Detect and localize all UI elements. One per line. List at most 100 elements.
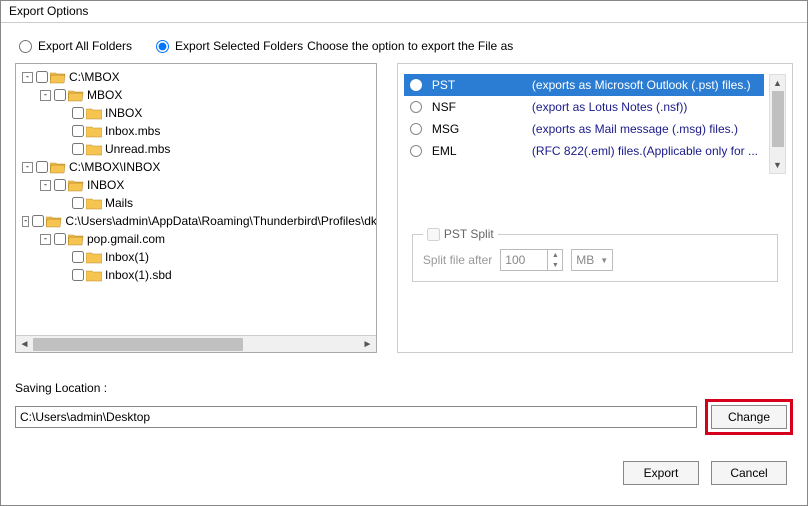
export-selected-option[interactable]: Export Selected Folders (156, 39, 303, 53)
tree-item[interactable]: - MBOX (18, 86, 374, 104)
tree-checkbox[interactable] (72, 125, 84, 137)
folder-icon (86, 197, 102, 210)
tree-item-label: Unread.mbs (105, 140, 170, 158)
format-description: (exports as Microsoft Outlook (.pst) fil… (532, 78, 758, 92)
folder-icon (68, 233, 84, 246)
format-radio[interactable] (410, 79, 422, 91)
expand-toggle[interactable]: - (22, 162, 33, 173)
format-list: PST (exports as Microsoft Outlook (.pst) … (404, 74, 764, 174)
export-selected-radio[interactable] (156, 40, 169, 53)
pst-split-legend: PST Split (444, 227, 494, 241)
tree-checkbox[interactable] (72, 107, 84, 119)
expand-spacer (58, 108, 69, 119)
tree-item-label: C:\MBOX\INBOX (69, 158, 160, 176)
pst-split-checkbox[interactable] (427, 228, 440, 241)
format-name: NSF (432, 100, 522, 114)
tree-checkbox[interactable] (54, 179, 66, 191)
format-option-msg[interactable]: MSG(exports as Mail message (.msg) files… (404, 118, 764, 140)
folder-tree[interactable]: -C:\MBOX-MBOXINBOXInbox.mbsUnread.mbs-C:… (16, 64, 376, 332)
format-vertical-scrollbar[interactable]: ▲ ▼ (769, 74, 786, 174)
format-radio[interactable] (410, 145, 422, 157)
tree-checkbox[interactable] (36, 161, 48, 173)
format-panel: PST (exports as Microsoft Outlook (.pst) … (397, 63, 793, 353)
expand-toggle[interactable]: - (40, 180, 51, 191)
tree-item[interactable]: -C:\MBOX (18, 68, 374, 86)
scroll-right-icon[interactable]: ► (359, 336, 376, 353)
scroll-thumb[interactable] (772, 91, 784, 147)
expand-toggle[interactable]: - (22, 216, 29, 227)
format-option-pst[interactable]: PST (exports as Microsoft Outlook (.pst) … (404, 74, 764, 96)
tree-item-label: Inbox(1) (105, 248, 149, 266)
folder-tree-panel: -C:\MBOX-MBOXINBOXInbox.mbsUnread.mbs-C:… (15, 63, 377, 353)
scroll-up-icon[interactable]: ▲ (770, 75, 785, 91)
tree-item-label: Mails (105, 194, 133, 212)
expand-spacer (58, 198, 69, 209)
split-size-spinner[interactable]: ▲ ▼ (500, 249, 563, 271)
format-description: (export as Lotus Notes (.nsf)) (532, 100, 758, 114)
format-name: PST (432, 78, 522, 92)
folder-icon (86, 125, 102, 138)
format-radio[interactable] (410, 123, 422, 135)
export-all-label: Export All Folders (38, 39, 132, 53)
tree-item-label: pop.gmail.com (87, 230, 165, 248)
folder-icon (50, 71, 66, 84)
tree-item-label: Inbox(1).sbd (105, 266, 172, 284)
tree-item[interactable]: Unread.mbs (18, 140, 374, 158)
tree-item[interactable]: -INBOX (18, 176, 374, 194)
tree-item-label: C:\Users\admin\AppData\Roaming\Thunderbi… (65, 212, 376, 230)
split-unit-select[interactable]: MB ▼ (571, 249, 613, 271)
tree-item[interactable]: Mails (18, 194, 374, 212)
tree-item[interactable]: - C:\MBOX\INBOX (18, 158, 374, 176)
split-size-input[interactable] (501, 250, 547, 270)
expand-toggle[interactable]: - (40, 234, 51, 245)
format-option-nsf[interactable]: NSF (export as Lotus Notes (.nsf)) (404, 96, 764, 118)
cancel-button[interactable]: Cancel (711, 461, 787, 485)
tree-checkbox[interactable] (72, 269, 84, 281)
tree-checkbox[interactable] (72, 251, 84, 263)
tree-horizontal-scrollbar[interactable]: ◄ ► (16, 335, 376, 352)
tree-checkbox[interactable] (32, 215, 44, 227)
tree-checkbox[interactable] (36, 71, 48, 83)
format-radio[interactable] (410, 101, 422, 113)
tree-item[interactable]: Inbox(1) (18, 248, 374, 266)
tree-item[interactable]: - C:\Users\admin\AppData\Roaming\Thunderb… (18, 212, 374, 230)
expand-spacer (58, 126, 69, 137)
saving-location-label: Saving Location : (15, 381, 793, 395)
tree-item[interactable]: Inbox(1).sbd (18, 266, 374, 284)
tree-item-label: INBOX (105, 104, 142, 122)
export-options-window: Export Options Export All Folders Export… (0, 0, 808, 506)
tree-item-label: MBOX (87, 86, 122, 104)
folder-icon (86, 269, 102, 282)
export-button[interactable]: Export (623, 461, 699, 485)
format-option-eml[interactable]: EML(RFC 822(.eml) files.(Applicable only… (404, 140, 764, 162)
expand-toggle[interactable]: - (40, 90, 51, 101)
expand-toggle[interactable]: - (22, 72, 33, 83)
spinner-up-icon[interactable]: ▲ (548, 250, 562, 260)
choose-format-label: Choose the option to export the File as (307, 33, 793, 63)
change-button-highlight: Change (705, 399, 793, 435)
tree-checkbox[interactable] (72, 143, 84, 155)
scroll-left-icon[interactable]: ◄ (16, 336, 33, 353)
tree-checkbox[interactable] (72, 197, 84, 209)
pst-split-group: PST Split Split file after ▲ ▼ (412, 234, 778, 282)
folder-icon (50, 161, 66, 174)
export-all-radio[interactable] (19, 40, 32, 53)
tree-checkbox[interactable] (54, 233, 66, 245)
scroll-down-icon[interactable]: ▼ (770, 157, 785, 173)
window-title: Export Options (1, 1, 807, 23)
scroll-thumb[interactable] (33, 338, 243, 351)
tree-checkbox[interactable] (54, 89, 66, 101)
folder-icon (46, 215, 62, 228)
change-button[interactable]: Change (711, 405, 787, 429)
folder-icon (86, 143, 102, 156)
spinner-down-icon[interactable]: ▼ (548, 260, 562, 270)
export-all-option[interactable]: Export All Folders (19, 39, 132, 53)
saving-path-input[interactable] (15, 406, 697, 428)
tree-item[interactable]: Inbox.mbs (18, 122, 374, 140)
folder-icon (86, 107, 102, 120)
split-unit-label: MB (576, 253, 594, 267)
tree-item[interactable]: - pop.gmail.com (18, 230, 374, 248)
format-description: (exports as Mail message (.msg) files.) (532, 122, 758, 136)
split-after-label: Split file after (423, 253, 492, 267)
tree-item[interactable]: INBOX (18, 104, 374, 122)
